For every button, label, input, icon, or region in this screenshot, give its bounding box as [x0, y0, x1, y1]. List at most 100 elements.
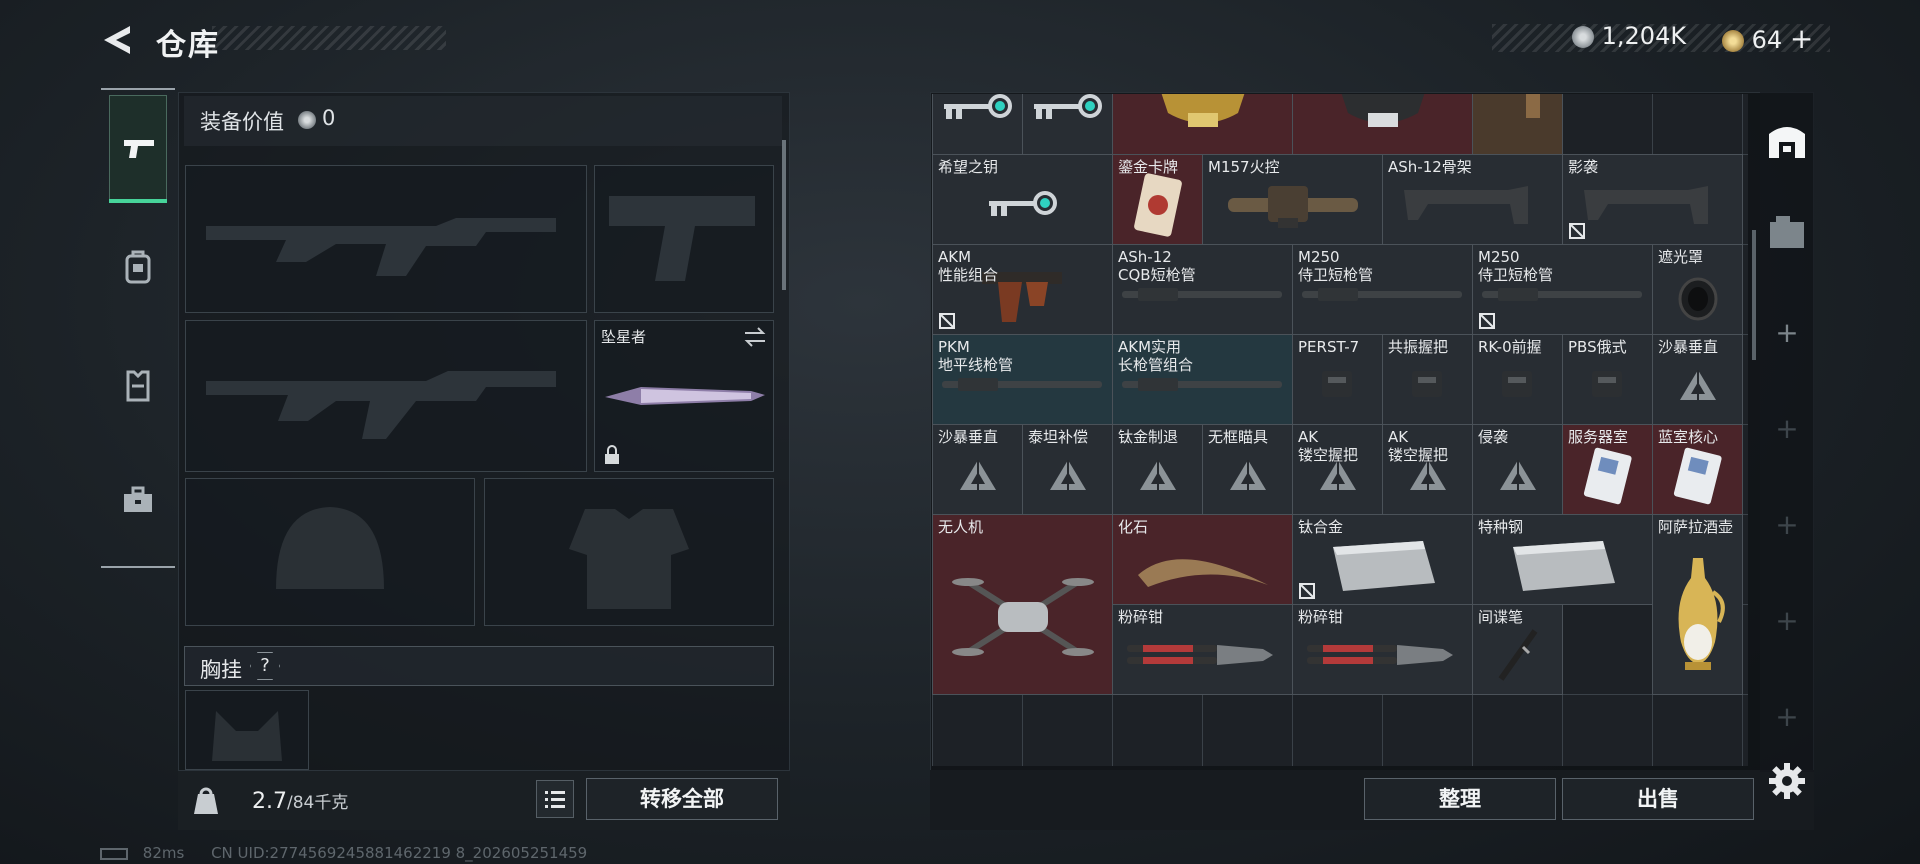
list-view-button[interactable] — [536, 780, 574, 818]
swap-icon[interactable] — [743, 327, 767, 347]
tab-backpack[interactable] — [120, 250, 156, 286]
storage-item[interactable] — [1292, 94, 1473, 155]
storage-item[interactable]: AKM实用 长枪管组合 — [1112, 334, 1293, 425]
armor-slot[interactable] — [484, 478, 774, 626]
plus-icon: + — [1775, 604, 1799, 637]
lock-icon — [605, 445, 619, 464]
storage-item[interactable]: 粉碎钳 — [1112, 604, 1293, 695]
storage-item[interactable]: M157火控 — [1202, 154, 1383, 245]
gold-currency[interactable]: 64 + — [1722, 22, 1813, 55]
card-icon — [1133, 172, 1183, 242]
storage-item[interactable]: 无人机 — [932, 514, 1113, 695]
storage-item[interactable]: 特种钢 — [1472, 514, 1653, 605]
item-name: M157火控 — [1208, 158, 1280, 176]
add-storage-button[interactable]: + — [1764, 310, 1810, 356]
gold-add-button[interactable]: + — [1790, 22, 1813, 55]
transfer-all-button[interactable]: 转移全部 — [586, 778, 778, 820]
knife-icon — [605, 387, 765, 405]
add-storage-button[interactable]: + — [1764, 598, 1810, 644]
chest-rig-silhouette-icon — [212, 711, 282, 761]
storage-item[interactable]: M250 侍卫短枪管 — [1292, 244, 1473, 335]
tri-icon — [958, 458, 998, 496]
storage-item[interactable]: ASh-12 CQB短枪管 — [1112, 244, 1293, 335]
storage-item[interactable]: 钛合金 — [1292, 514, 1473, 605]
add-storage-button[interactable]: + — [1764, 502, 1810, 548]
plus-icon: + — [1775, 508, 1799, 541]
back-arrow-icon[interactable] — [100, 22, 136, 58]
user-uid: CN UID:2774569245881462219 8_20260525145… — [211, 844, 588, 862]
add-storage-button[interactable]: + — [1764, 406, 1810, 452]
tab-toolbox[interactable] — [120, 486, 156, 522]
storage-grid: 希望之钥 鎏金卡牌 M157火控 ASh-12骨架 影袭 AKM 性能组合 ASh-12 C… — [932, 94, 1748, 766]
storage-item[interactable]: 沙暴垂直 — [1652, 334, 1743, 425]
storage-item[interactable]: 侵袭 — [1472, 424, 1563, 515]
storage-item[interactable]: 化石 — [1112, 514, 1293, 605]
storage-item[interactable] — [932, 94, 1023, 155]
equipment-value-label: 装备价值 — [200, 110, 284, 134]
drone-icon — [948, 562, 1098, 676]
storage-item[interactable]: 泰坦补偿 — [1022, 424, 1113, 515]
item-name: 服务器室 — [1568, 428, 1629, 446]
sidearm-slot[interactable] — [594, 165, 774, 313]
storage-scrollbar[interactable] — [1752, 230, 1756, 360]
tab-weapons[interactable] — [109, 95, 167, 203]
item-name: M250 侍卫短枪管 — [1478, 248, 1554, 284]
storage-item[interactable]: 阿萨拉酒壶 — [1652, 514, 1743, 695]
item-name: AK 镂空握把 — [1388, 428, 1449, 464]
item-name: 遮光罩 — [1658, 248, 1704, 266]
storage-item[interactable]: 钛金制退 — [1112, 424, 1203, 515]
storage-item[interactable] — [1472, 94, 1563, 155]
storage-item[interactable]: PBS俄式 — [1562, 334, 1653, 425]
storage-item[interactable]: 粉碎钳 — [1292, 604, 1473, 695]
sort-button[interactable]: 整理 — [1364, 778, 1556, 820]
storage-item[interactable]: M250 侍卫短枪管 — [1472, 244, 1653, 335]
storage-item[interactable]: 遮光罩 — [1652, 244, 1743, 335]
storage-item[interactable]: 蓝室核心 — [1652, 424, 1743, 515]
melee-slot[interactable]: 坠星者 — [594, 320, 774, 472]
tri-icon — [1138, 458, 1178, 496]
storage-item[interactable]: 无框瞄具 — [1202, 424, 1293, 515]
storage-item[interactable]: AKM 性能组合 — [932, 244, 1113, 335]
tri-icon — [1498, 458, 1538, 496]
storage-item[interactable]: ASh-12骨架 — [1382, 154, 1563, 245]
crate-icon — [1770, 216, 1804, 248]
storage-item[interactable]: 鎏金卡牌 — [1112, 154, 1203, 245]
storage-item[interactable]: PERST-7 — [1292, 334, 1383, 425]
storage-item[interactable]: PKM 地平线枪管 — [932, 334, 1113, 425]
tab-armor-vest[interactable] — [120, 368, 156, 404]
storage-item[interactable]: 间谍笔 — [1472, 604, 1563, 695]
storage-item[interactable]: 沙暴垂直 — [932, 424, 1023, 515]
tri-icon — [1678, 368, 1718, 406]
item-name: AKM 性能组合 — [938, 248, 999, 284]
storage-item[interactable]: RK-0前握 — [1472, 334, 1563, 425]
pistol-silhouette-icon — [609, 196, 755, 281]
chest-rig-slot[interactable] — [185, 690, 309, 770]
silver-amount: 1,204K — [1601, 22, 1687, 50]
storage-item[interactable] — [1022, 94, 1113, 155]
item-name: AKM实用 长枪管组合 — [1118, 338, 1194, 374]
tab-storage-2[interactable] — [1764, 214, 1810, 260]
sell-button[interactable]: 出售 — [1562, 778, 1754, 820]
storage-item[interactable] — [1112, 94, 1293, 155]
item-name: 侵袭 — [1478, 428, 1509, 446]
storage-item[interactable]: 希望之钥 — [932, 154, 1113, 245]
secondary-weapon-slot[interactable] — [185, 320, 587, 472]
storage-item[interactable]: 影袭 — [1562, 154, 1743, 245]
tab-warehouse[interactable] — [1764, 120, 1810, 166]
storage-item[interactable]: 服务器室 — [1562, 424, 1653, 515]
equipment-scrollbar[interactable] — [782, 140, 786, 290]
small-icon — [1488, 365, 1548, 409]
settings-gear-icon[interactable] — [1766, 760, 1808, 802]
keycard-icon — [1673, 445, 1723, 509]
key-icon — [938, 94, 1018, 132]
storage-item[interactable]: AK 镂空握把 — [1292, 424, 1383, 515]
item-name: 钛合金 — [1298, 518, 1344, 536]
storage-item[interactable]: AK 镂空握把 — [1382, 424, 1473, 515]
title-decoration — [212, 26, 446, 50]
battery-icon — [100, 847, 128, 860]
storage-item[interactable]: 共振握把 — [1382, 334, 1473, 425]
helmet-slot[interactable] — [185, 478, 475, 626]
primary-weapon-slot[interactable] — [185, 165, 587, 313]
carry-weight: 2.7/84千克 — [252, 788, 348, 814]
add-storage-button[interactable]: + — [1764, 694, 1810, 740]
